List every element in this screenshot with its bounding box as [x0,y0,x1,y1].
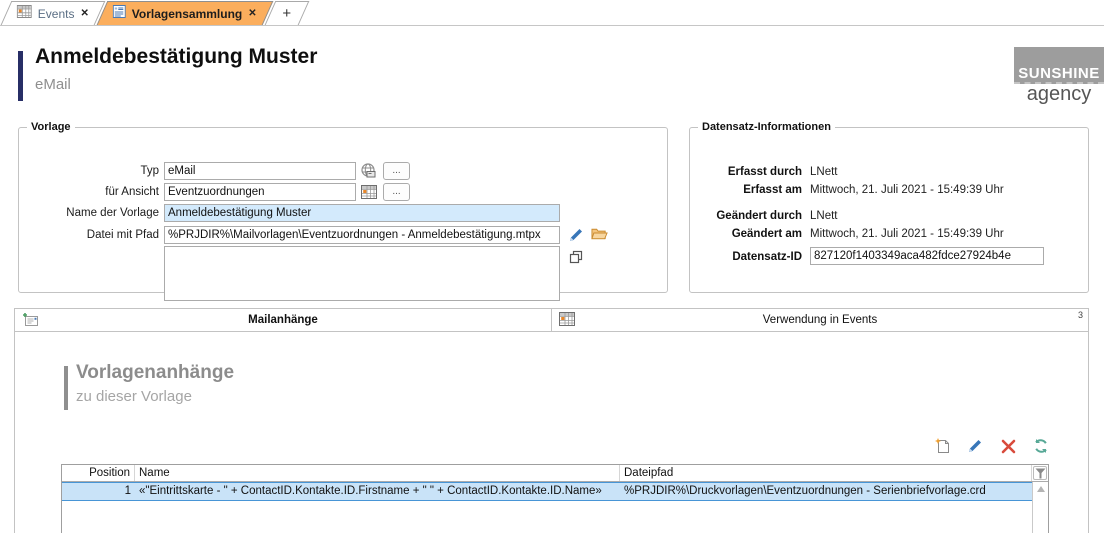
erfasst-am-label: Erfasst am [690,182,802,198]
new-note-icon [22,312,39,333]
vorlagenname-input[interactable] [164,204,560,222]
column-header-dateipfad[interactable]: Dateipfad [620,465,1032,481]
table-icon [559,312,575,331]
edit-pencil-icon[interactable] [966,437,984,455]
section-subtitle: zu dieser Vorlage [76,388,192,405]
erfasst-am-value: Mittwoch, 21. Juli 2021 - 15:49:39 Uhr [810,182,1004,198]
table-header-row: Position Name Dateipfad [62,465,1048,482]
close-icon[interactable]: ✕ [80,9,88,19]
erfasst-durch-label: Erfasst durch [690,164,802,180]
page-subtitle: eMail [35,76,71,93]
tab-vorlagensammlung-label: Vorlagensammlung [132,7,242,21]
logo-top: SUNSHINE [1014,47,1104,84]
tab-verwendung-in-events[interactable]: Verwendung in Events 3 [551,309,1088,331]
section-title: Vorlagenanhänge [76,362,234,384]
scroll-up-icon[interactable] [1037,486,1045,492]
table-scrollbar[interactable] [1032,482,1048,533]
detail-panel: Mailanhänge Verwendung in Events 3 Vorla… [14,308,1089,533]
typ-label: Typ [19,162,159,180]
cell-name: «"Eintrittskarte - " + ContactID.Kontakt… [135,483,620,500]
copy-icon[interactable] [567,248,584,265]
geaendert-am-label: Geändert am [690,226,802,242]
table-row[interactable]: 1 «"Eintrittskarte - " + ContactID.Konta… [62,482,1048,501]
datensatz-id-input[interactable] [810,247,1044,265]
ansicht-input[interactable] [164,183,356,201]
vorlage-legend: Vorlage [27,121,75,133]
dateipfad-input[interactable] [164,226,560,244]
tab-vorlagensammlung[interactable]: Vorlagensammlung ✕ [97,1,274,25]
title-accent-bar [18,51,23,101]
cell-dateipfad: %PRJDIR%\Druckvorlagen\Eventzuordnungen … [620,483,1032,500]
app-window: Events ✕ Vorlagensammlung ✕ + Anmeldebes… [0,0,1104,533]
edit-pencil-icon[interactable] [567,226,584,243]
logo-agency-text: agency [1014,84,1104,104]
detail-tab-bar: Mailanhänge Verwendung in Events 3 [15,309,1088,332]
document-list-icon [113,4,126,24]
typ-browse-button[interactable]: ... [383,162,410,180]
datensatz-groupbox: Datensatz-Informationen Erfasst durch LN… [689,121,1089,293]
grid-toolbar [933,437,1050,455]
document-tab-bar: Events ✕ Vorlagensammlung ✕ + [0,0,1104,26]
tab-mailanhaenge[interactable]: Mailanhänge [15,309,551,331]
vorlage-groupbox: Vorlage Typ ... für Ansicht ... Name der… [18,121,668,293]
attachments-table: Position Name Dateipfad 1 «"Eintrittskar… [61,464,1049,533]
ansicht-browse-button[interactable]: ... [383,183,410,201]
refresh-icon[interactable] [1032,437,1050,455]
close-icon[interactable]: ✕ [248,9,256,19]
new-record-icon[interactable] [933,437,951,455]
datensatz-legend: Datensatz-Informationen [698,121,835,133]
geaendert-durch-value: LNett [810,208,838,224]
section-accent-bar [64,366,68,410]
table-icon [17,5,32,23]
geaendert-durch-label: Geändert durch [690,208,802,224]
ansicht-label: für Ansicht [19,183,159,201]
cell-position: 1 [62,483,135,500]
tab-events[interactable]: Events ✕ [1,1,106,25]
dateipfad-label: Datei mit Pfad [19,226,159,244]
tab-mailanhaenge-label: Mailanhänge [15,314,551,326]
logo-sunshine-text: SUNSHINE [1018,66,1100,83]
plus-icon: + [282,6,291,21]
company-logo: SUNSHINE agency [1014,47,1104,104]
filter-funnel-icon[interactable] [1033,466,1047,480]
verwendung-count-badge: 3 [1078,310,1083,320]
tab-events-label: Events [38,7,75,21]
erfasst-durch-value: LNett [810,164,838,180]
tab-verwendung-label: Verwendung in Events [552,314,1088,326]
datensatz-id-label: Datensatz-ID [690,249,802,265]
notes-textarea[interactable] [164,246,560,301]
column-header-name[interactable]: Name [135,465,620,481]
table-icon[interactable] [360,183,377,200]
page-title: Anmeldebestätigung Muster [35,45,317,69]
globe-icon[interactable] [360,162,377,179]
typ-input[interactable] [164,162,356,180]
filter-header-cell [1032,465,1048,481]
delete-x-icon[interactable] [999,437,1017,455]
vorlagenname-label: Name der Vorlage [19,204,159,222]
open-folder-icon[interactable] [591,225,608,242]
column-header-position[interactable]: Position [62,465,135,481]
geaendert-am-value: Mittwoch, 21. Juli 2021 - 15:49:39 Uhr [810,226,1004,242]
